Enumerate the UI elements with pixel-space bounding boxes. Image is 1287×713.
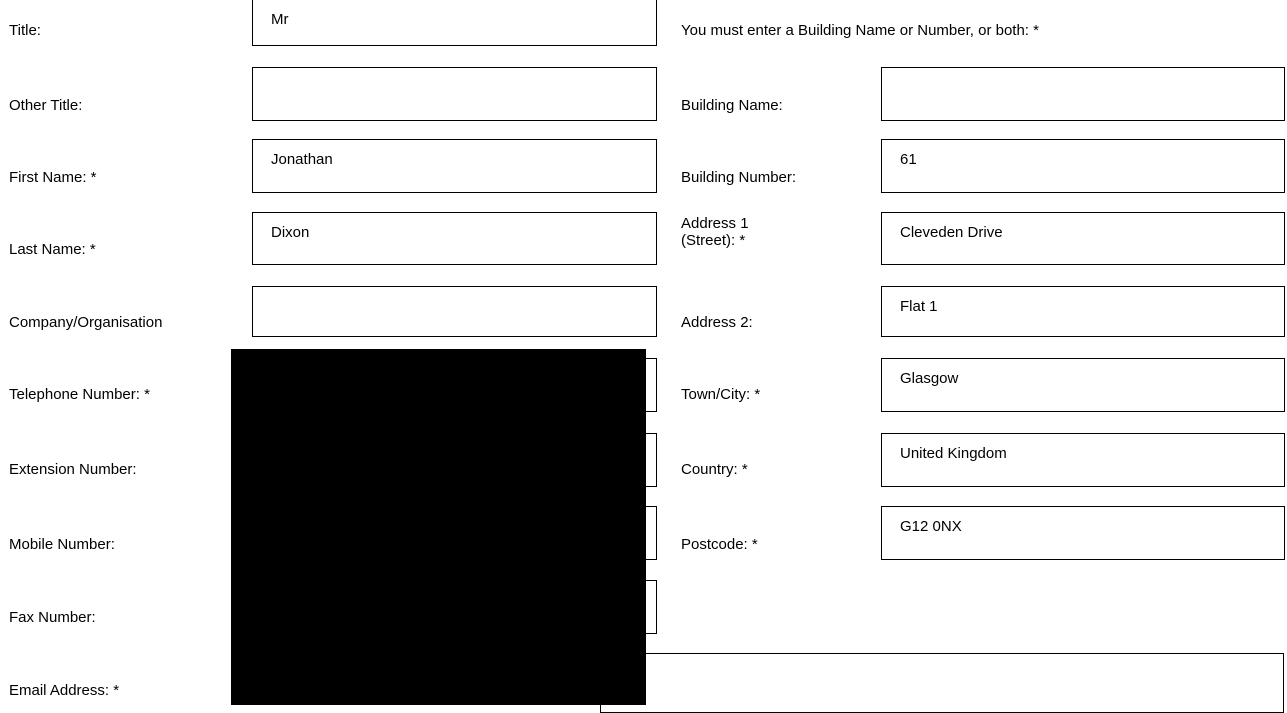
company-label: Company/Organisation	[9, 314, 163, 331]
address2-input[interactable]: Flat 1	[881, 286, 1285, 337]
building-name-label: Building Name:	[681, 97, 783, 114]
address1-label-line1: Address 1	[681, 215, 749, 232]
company-input[interactable]	[252, 286, 657, 337]
building-number-value: 61	[900, 151, 917, 168]
address1-value: Cleveden Drive	[900, 224, 1003, 241]
title-label: Title:	[9, 22, 41, 39]
first-name-input[interactable]: Jonathan	[252, 139, 657, 193]
first-name-label: First Name: *	[9, 169, 97, 186]
redaction-block	[231, 349, 646, 705]
town-input[interactable]: Glasgow	[881, 358, 1285, 412]
country-value: United Kingdom	[900, 445, 1007, 462]
other-title-input[interactable]	[252, 67, 657, 121]
last-name-input[interactable]: Dixon	[252, 212, 657, 265]
email-label: Email Address: *	[9, 682, 120, 699]
telephone-label: Telephone Number: *	[9, 386, 150, 403]
other-title-label: Other Title:	[9, 97, 83, 114]
address2-label: Address 2:	[681, 314, 753, 331]
country-input[interactable]: United Kingdom	[881, 433, 1285, 487]
postcode-value: G12 0NX	[900, 518, 962, 535]
address1-label-line2: (Street): *	[681, 232, 746, 249]
title-value: Mr	[271, 11, 289, 28]
address2-value: Flat 1	[900, 298, 938, 315]
extension-label: Extension Number:	[9, 461, 137, 478]
town-label: Town/City: *	[681, 386, 761, 403]
country-label: Country: *	[681, 461, 748, 478]
postcode-input[interactable]: G12 0NX	[881, 506, 1285, 560]
building-instruction: You must enter a Building Name or Number…	[681, 22, 1039, 39]
building-number-input[interactable]: 61	[881, 139, 1285, 193]
first-name-value: Jonathan	[271, 151, 333, 168]
mobile-label: Mobile Number:	[9, 536, 115, 553]
last-name-label: Last Name: *	[9, 241, 96, 258]
fax-label: Fax Number:	[9, 609, 96, 626]
last-name-value: Dixon	[271, 224, 310, 241]
town-value: Glasgow	[900, 370, 959, 387]
postcode-label: Postcode: *	[681, 536, 758, 553]
email-input[interactable]	[600, 653, 1284, 713]
building-number-label: Building Number:	[681, 169, 797, 186]
building-name-input[interactable]	[881, 67, 1285, 121]
address1-input[interactable]: Cleveden Drive	[881, 212, 1285, 265]
title-input[interactable]: Mr	[252, 0, 657, 46]
